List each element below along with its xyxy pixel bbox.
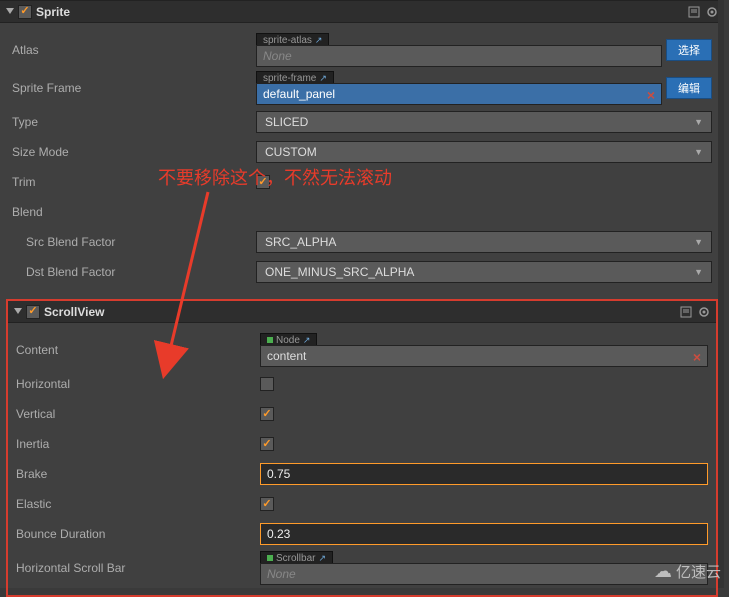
- sprite-frame-edit-button[interactable]: 编辑: [666, 77, 712, 99]
- dst-blend-select[interactable]: ONE_MINUS_SRC_ALPHA: [256, 261, 712, 283]
- content-row: Content Node↗ content ×: [16, 333, 708, 367]
- help-book-icon[interactable]: [680, 306, 692, 318]
- disclosure-down-icon[interactable]: [6, 8, 14, 16]
- blend-row: Blend: [12, 199, 712, 225]
- sprite-body: Atlas sprite-atlas↗ None 选择 Sprite Frame…: [0, 23, 724, 295]
- hscrollbar-row: Horizontal Scroll Bar Scrollbar↗ None: [16, 551, 708, 585]
- sprite-frame-label: Sprite Frame: [12, 81, 256, 95]
- sizemode-row: Size Mode CUSTOM: [12, 139, 712, 165]
- content-label: Content: [16, 343, 260, 357]
- scrollview-highlight-box: ScrollView Content Node↗ content ×: [6, 299, 718, 597]
- inspector-panel: Sprite Atlas sprite-atlas↗ None 选择 Sprit…: [0, 0, 724, 588]
- inertia-label: Inertia: [16, 437, 260, 451]
- bounce-row: Bounce Duration 0.23: [16, 521, 708, 547]
- horizontal-checkbox[interactable]: [260, 377, 274, 391]
- type-label: Type: [12, 115, 256, 129]
- trim-checkbox[interactable]: [256, 175, 270, 189]
- sprite-frame-row: Sprite Frame sprite-frame↗ default_panel…: [12, 71, 712, 105]
- sprite-frame-value[interactable]: default_panel ×: [256, 83, 662, 105]
- hscrollbar-tag: Scrollbar↗: [260, 551, 333, 563]
- atlas-slot[interactable]: sprite-atlas↗ None: [256, 33, 662, 67]
- bounce-label: Bounce Duration: [16, 527, 260, 541]
- scrollview-title: ScrollView: [44, 305, 676, 319]
- brake-row: Brake 0.75: [16, 461, 708, 487]
- atlas-tag: sprite-atlas↗: [256, 33, 329, 45]
- bounce-input[interactable]: 0.23: [260, 523, 708, 545]
- sizemode-label: Size Mode: [12, 145, 256, 159]
- sprite-frame-tag: sprite-frame↗: [256, 71, 334, 83]
- clear-content-icon[interactable]: ×: [693, 349, 701, 365]
- sizemode-select[interactable]: CUSTOM: [256, 141, 712, 163]
- sprite-enable-checkbox[interactable]: [18, 5, 32, 19]
- trim-row: Trim: [12, 169, 712, 195]
- src-blend-label: Src Blend Factor: [12, 235, 256, 249]
- watermark-text: 亿速云: [676, 561, 721, 582]
- scrollview-enable-checkbox[interactable]: [26, 305, 40, 319]
- atlas-row: Atlas sprite-atlas↗ None 选择: [12, 33, 712, 67]
- clear-sprite-frame-icon[interactable]: ×: [647, 87, 655, 103]
- trim-label: Trim: [12, 175, 256, 189]
- gear-icon[interactable]: [698, 306, 710, 318]
- sprite-frame-slot[interactable]: sprite-frame↗ default_panel ×: [256, 71, 662, 105]
- help-book-icon[interactable]: [688, 6, 700, 18]
- atlas-select-button[interactable]: 选择: [666, 39, 712, 61]
- sprite-header[interactable]: Sprite: [0, 1, 724, 23]
- vertical-checkbox[interactable]: [260, 407, 274, 421]
- horizontal-row: Horizontal: [16, 371, 708, 397]
- elastic-row: Elastic: [16, 491, 708, 517]
- sprite-component: Sprite Atlas sprite-atlas↗ None 选择 Sprit…: [0, 0, 724, 295]
- elastic-checkbox[interactable]: [260, 497, 274, 511]
- vertical-label: Vertical: [16, 407, 260, 421]
- scrollview-header[interactable]: ScrollView: [8, 301, 716, 323]
- node-dot-icon: [267, 555, 273, 561]
- brake-input[interactable]: 0.75: [260, 463, 708, 485]
- vertical-row: Vertical: [16, 401, 708, 427]
- dst-blend-label: Dst Blend Factor: [12, 265, 256, 279]
- watermark: ☁ 亿速云: [654, 561, 721, 582]
- blend-label: Blend: [12, 205, 256, 219]
- hscrollbar-value[interactable]: None: [260, 563, 708, 585]
- atlas-value[interactable]: None: [256, 45, 662, 67]
- disclosure-down-icon[interactable]: [14, 308, 22, 316]
- content-slot[interactable]: Node↗ content ×: [260, 333, 708, 367]
- node-dot-icon: [267, 337, 273, 343]
- sprite-title: Sprite: [36, 5, 684, 19]
- atlas-label: Atlas: [12, 43, 256, 57]
- type-select[interactable]: SLICED: [256, 111, 712, 133]
- scrollbar-track[interactable]: [718, 0, 724, 588]
- elastic-label: Elastic: [16, 497, 260, 511]
- inertia-row: Inertia: [16, 431, 708, 457]
- brake-label: Brake: [16, 467, 260, 481]
- scrollview-body: Content Node↗ content × Horizontal Vert: [8, 323, 716, 595]
- type-row: Type SLICED: [12, 109, 712, 135]
- hscrollbar-label: Horizontal Scroll Bar: [16, 561, 260, 575]
- hscrollbar-slot[interactable]: Scrollbar↗ None: [260, 551, 708, 585]
- dst-blend-row: Dst Blend Factor ONE_MINUS_SRC_ALPHA: [12, 259, 712, 285]
- src-blend-select[interactable]: SRC_ALPHA: [256, 231, 712, 253]
- content-tag: Node↗: [260, 333, 317, 345]
- inertia-checkbox[interactable]: [260, 437, 274, 451]
- gear-icon[interactable]: [706, 6, 718, 18]
- cloud-icon: ☁: [654, 561, 672, 582]
- content-value[interactable]: content ×: [260, 345, 708, 367]
- src-blend-row: Src Blend Factor SRC_ALPHA: [12, 229, 712, 255]
- horizontal-label: Horizontal: [16, 377, 260, 391]
